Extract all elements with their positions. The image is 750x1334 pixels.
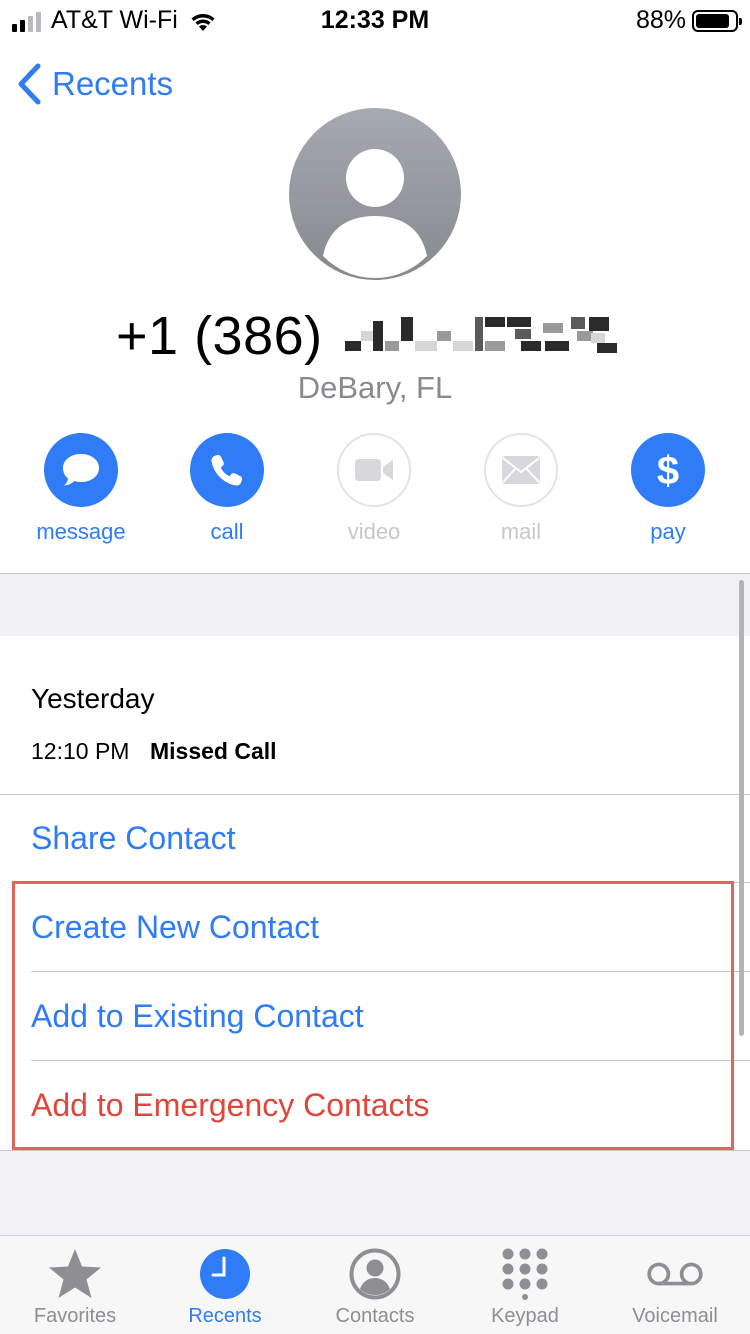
call-button[interactable]: call <box>167 433 287 545</box>
options-divider <box>0 1150 750 1151</box>
phone-icon <box>211 454 243 486</box>
call-label: call <box>210 519 244 544</box>
message-label: message <box>36 519 126 544</box>
row-separator <box>31 882 750 883</box>
add-to-existing-contact-button[interactable]: Add to Existing Contact <box>31 998 364 1035</box>
back-button[interactable]: Recents <box>16 62 173 106</box>
row-separator <box>31 971 750 972</box>
star-icon <box>49 1249 101 1298</box>
tab-voicemail[interactable]: Voicemail <box>600 1236 750 1334</box>
scroll-indicator[interactable] <box>739 580 744 1036</box>
phone-number: +1 (386) <box>116 305 617 367</box>
battery-icon <box>692 9 742 32</box>
add-to-emergency-contacts-button[interactable]: Add to Emergency Contacts <box>31 1087 429 1124</box>
tab-keypad[interactable]: Keypad <box>450 1236 600 1334</box>
bottom-spacer <box>0 1151 750 1235</box>
video-camera-icon <box>355 459 393 481</box>
tab-bar: Favorites Recents Contacts Keypad Voicem… <box>0 1235 750 1334</box>
pay-label: pay <box>650 519 686 544</box>
create-new-contact-button[interactable]: Create New Contact <box>31 909 319 946</box>
dollar-icon: $ <box>657 449 679 492</box>
envelope-icon <box>502 456 540 484</box>
tab-recents[interactable]: Recents <box>150 1236 300 1334</box>
location-label: DeBary, FL <box>297 370 453 405</box>
video-label: video <box>347 519 401 544</box>
voicemail-icon <box>647 1262 703 1286</box>
message-bubble-icon <box>63 454 99 486</box>
share-contact-button[interactable]: Share Contact <box>31 820 236 857</box>
video-button[interactable]: video <box>314 433 434 545</box>
tab-contacts[interactable]: Contacts <box>300 1236 450 1334</box>
call-history-time: 12:10 PM <box>31 738 130 764</box>
call-history-day: Yesterday <box>31 683 155 714</box>
section-spacer <box>0 574 750 636</box>
avatar <box>289 108 461 280</box>
status-right: 88% <box>635 6 742 35</box>
mail-button[interactable]: mail <box>461 433 581 545</box>
tab-label: Recents <box>188 1305 262 1327</box>
row-separator <box>31 1060 750 1061</box>
call-history-type: Missed Call <box>150 738 277 764</box>
keypad-icon <box>502 1248 548 1300</box>
message-button[interactable]: message <box>21 433 141 545</box>
tab-label: Favorites <box>33 1305 117 1327</box>
mail-label: mail <box>500 519 542 544</box>
tab-label: Contacts <box>335 1305 415 1327</box>
history-divider <box>0 794 750 795</box>
phone-number-text: +1 (386) <box>116 306 323 366</box>
person-silhouette-icon <box>323 149 427 278</box>
person-circle-icon <box>349 1248 401 1300</box>
back-label: Recents <box>52 65 174 102</box>
pay-button[interactable]: $ pay <box>608 433 728 545</box>
battery-percent: 88% <box>635 6 686 34</box>
svg-text:$: $ <box>657 449 679 492</box>
tab-label: Voicemail <box>632 1305 718 1327</box>
clock-icon <box>200 1249 250 1299</box>
status-bar: AT&T Wi-Fi 12:33 PM 88% <box>0 0 750 40</box>
redacted-digits <box>344 313 617 359</box>
tab-favorites[interactable]: Favorites <box>0 1236 150 1334</box>
battery-fill <box>696 13 730 28</box>
chevron-left-icon <box>18 63 41 105</box>
quick-actions: message call video mail $ pay <box>0 433 750 553</box>
tab-label: Keypad <box>491 1305 559 1327</box>
